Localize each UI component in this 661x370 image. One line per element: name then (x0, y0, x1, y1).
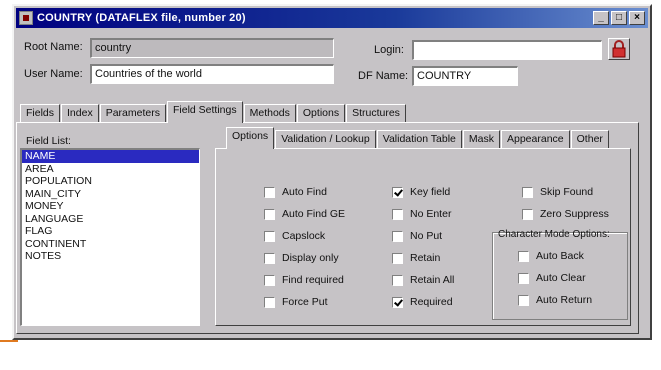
no-enter-checkbox[interactable]: No Enter (392, 208, 451, 220)
display-only-checkbox[interactable]: Display only (264, 252, 339, 264)
checkbox-label: Key field (410, 186, 451, 198)
checkbox-label: No Put (410, 230, 443, 242)
no-put-checkbox[interactable]: No Put (392, 230, 442, 242)
force-put-checkbox[interactable]: Force Put (264, 296, 328, 308)
subtab-other[interactable]: Other (570, 130, 609, 149)
checkbox-box[interactable] (264, 252, 275, 264)
field-list-label: Field List: (26, 135, 71, 147)
checkbox-box[interactable] (392, 296, 403, 308)
checkbox-box[interactable] (518, 294, 529, 306)
user-name-field[interactable]: Countries of the world (90, 64, 334, 84)
checkbox-box[interactable] (392, 252, 403, 264)
checkbox-box[interactable] (518, 272, 529, 284)
checkbox-label: Retain All (410, 274, 455, 286)
maximize-button[interactable]: □ (611, 11, 627, 25)
title-bar[interactable]: COUNTRY (DATAFLEX file, number 20) _ □ × (16, 8, 648, 28)
capslock-checkbox[interactable]: Capslock (264, 230, 325, 242)
checkbox-label: Capslock (282, 230, 326, 242)
decorative-line (0, 340, 18, 342)
checkbox-box[interactable] (264, 296, 275, 308)
field-list[interactable]: NAME AREA POPULATION MAIN_CITY MONEY LAN… (20, 148, 200, 326)
checkbox-label: Auto Return (536, 294, 593, 306)
list-item[interactable]: FLAG (22, 225, 199, 238)
checkbox-box[interactable] (264, 208, 275, 220)
root-name-label: Root Name: (24, 41, 83, 53)
subtab-appearance[interactable]: Appearance (501, 130, 570, 149)
app-icon (19, 11, 33, 25)
tab-field-settings[interactable]: Field Settings (166, 101, 243, 123)
checkbox-label: Auto Find GE (282, 208, 346, 220)
subtab-mask[interactable]: Mask (462, 130, 500, 149)
character-mode-label: Character Mode Options: (498, 229, 610, 240)
df-name-label: DF Name: (358, 70, 409, 82)
checkbox-box[interactable] (522, 208, 533, 220)
user-name-label: User Name: (24, 68, 83, 80)
close-button[interactable]: × (629, 11, 645, 25)
minimize-button[interactable]: _ (593, 11, 609, 25)
list-item[interactable]: POPULATION (22, 175, 199, 188)
root-name-field[interactable]: country (90, 38, 334, 58)
checkbox-box[interactable] (392, 208, 403, 220)
checkbox-label: Zero Suppress (540, 208, 609, 220)
list-item[interactable]: NAME (22, 150, 199, 163)
tab-structures[interactable]: Structures (346, 104, 406, 123)
required-checkbox[interactable]: Required (392, 296, 453, 308)
tab-parameters[interactable]: Parameters (99, 104, 166, 123)
find-required-checkbox[interactable]: Find required (264, 274, 344, 286)
main-tab-strip: Fields Index Parameters Field Settings M… (20, 101, 407, 123)
auto-clear-checkbox[interactable]: Auto Clear (518, 272, 586, 284)
checkbox-label: Auto Find (282, 186, 327, 198)
checkbox-box[interactable] (264, 230, 275, 242)
sub-tab-strip: Options Validation / Lookup Validation T… (226, 127, 610, 149)
checkbox-box[interactable] (518, 250, 529, 262)
zero-suppress-checkbox[interactable]: Zero Suppress (522, 208, 609, 220)
checkbox-label: No Enter (410, 208, 452, 220)
auto-return-checkbox[interactable]: Auto Return (518, 294, 592, 306)
list-item[interactable]: LANGUAGE (22, 213, 199, 226)
checkbox-label: Skip Found (540, 186, 594, 198)
checkbox-box[interactable] (522, 186, 533, 198)
checkbox-label: Auto Back (536, 250, 584, 262)
checkbox-label: Find required (282, 274, 344, 286)
list-item[interactable]: CONTINENT (22, 238, 199, 251)
retain-all-checkbox[interactable]: Retain All (392, 274, 454, 286)
skip-found-checkbox[interactable]: Skip Found (522, 186, 593, 198)
login-label: Login: (374, 44, 404, 56)
tab-methods[interactable]: Methods (243, 104, 296, 123)
window-title: COUNTRY (DATAFLEX file, number 20) (37, 12, 246, 24)
list-item[interactable]: MAIN_CITY (22, 188, 199, 201)
tab-fields[interactable]: Fields (20, 104, 61, 123)
auto-find-ge-checkbox[interactable]: Auto Find GE (264, 208, 345, 220)
tab-index[interactable]: Index (61, 104, 99, 123)
list-item[interactable]: NOTES (22, 250, 199, 263)
retain-checkbox[interactable]: Retain (392, 252, 440, 264)
tab-options[interactable]: Options (296, 104, 346, 123)
auto-find-checkbox[interactable]: Auto Find (264, 186, 327, 198)
checkbox-label: Force Put (282, 296, 328, 308)
checkbox-label: Required (410, 296, 453, 308)
lock-icon (612, 40, 626, 58)
auto-back-checkbox[interactable]: Auto Back (518, 250, 584, 262)
subtab-validation-lookup[interactable]: Validation / Lookup (275, 130, 376, 149)
checkbox-box[interactable] (392, 186, 403, 198)
login-field[interactable] (412, 40, 602, 60)
key-field-checkbox[interactable]: Key field (392, 186, 450, 198)
list-item[interactable]: MONEY (22, 200, 199, 213)
checkbox-label: Auto Clear (536, 272, 586, 284)
list-item[interactable]: AREA (22, 163, 199, 176)
subtab-validation-table[interactable]: Validation Table (376, 130, 462, 149)
lock-button[interactable] (608, 38, 630, 60)
checkbox-label: Display only (282, 252, 339, 264)
checkbox-box[interactable] (264, 186, 275, 198)
subtab-options[interactable]: Options (226, 127, 275, 149)
checkbox-box[interactable] (264, 274, 275, 286)
checkbox-label: Retain (410, 252, 441, 264)
checkbox-box[interactable] (392, 230, 403, 242)
checkbox-box[interactable] (392, 274, 403, 286)
window-controls: _ □ × (593, 11, 645, 25)
df-name-field[interactable]: COUNTRY (412, 66, 518, 86)
